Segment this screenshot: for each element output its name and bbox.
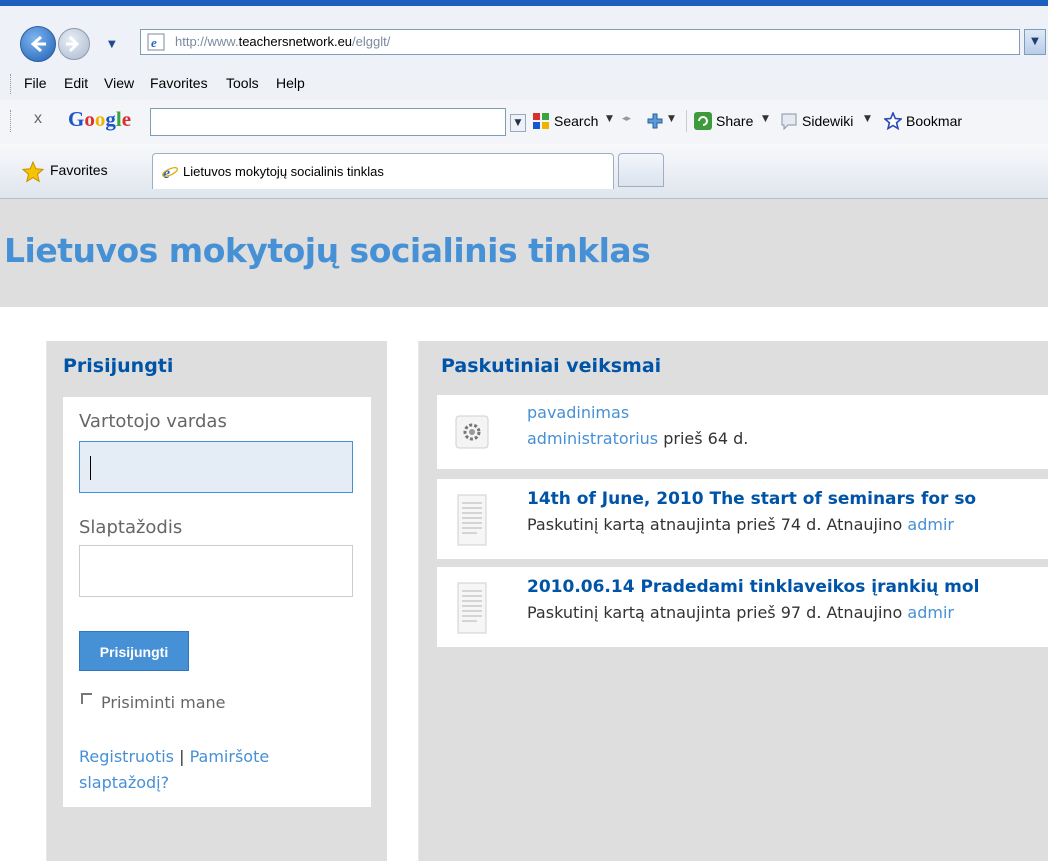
share-button[interactable]: Share bbox=[716, 113, 753, 129]
login-links: Registruotis | Pamiršote bbox=[79, 747, 269, 766]
author-link[interactable]: admir bbox=[907, 603, 954, 622]
menu-favorites[interactable]: Favorites bbox=[150, 75, 208, 91]
menu-file[interactable]: File bbox=[24, 75, 47, 91]
address-bar-row: ▼ e http://www.teachersnetwork.eu/elgglt… bbox=[0, 6, 1048, 66]
forgot-password-link[interactable]: Pamiršote bbox=[190, 747, 270, 766]
login-heading: Prisijungti bbox=[63, 355, 174, 377]
ie-page-icon: e bbox=[147, 33, 165, 51]
login-button[interactable]: Prisijungti bbox=[79, 631, 189, 671]
google-search-button[interactable]: Search bbox=[554, 113, 598, 129]
google-toolbar: x Google ▼ Search ▼ ◂▸ ▼ Share ▼ Sidewik… bbox=[0, 100, 1048, 145]
bookmarks-button[interactable]: Bookmar bbox=[906, 113, 962, 129]
menu-bar: File Edit View Favorites Tools Help bbox=[0, 66, 1048, 101]
username-input[interactable] bbox=[79, 441, 353, 493]
forward-button[interactable] bbox=[58, 28, 90, 60]
url-text[interactable]: http://www.teachersnetwork.eu/elgglt/ bbox=[175, 34, 390, 49]
activity-meta: Paskutinį kartą atnaujinta prieš 74 d. A… bbox=[527, 515, 954, 534]
sidewiki-button[interactable]: Sidewiki bbox=[802, 113, 853, 129]
document-icon bbox=[457, 582, 487, 634]
chevron-down-icon[interactable]: ▼ bbox=[606, 114, 613, 124]
menu-edit[interactable]: Edit bbox=[64, 75, 88, 91]
plus-icon[interactable] bbox=[646, 112, 664, 130]
toolbar-grip bbox=[10, 110, 13, 132]
activity-meta: administratorius prieš 64 d. bbox=[527, 429, 749, 448]
address-bar[interactable]: e http://www.teachersnetwork.eu/elgglt/ bbox=[140, 29, 1020, 55]
toolbar-separator bbox=[686, 110, 687, 132]
google-search-dropdown[interactable]: ▼ bbox=[510, 114, 526, 132]
favorites-tab-bar: Favorites e Lietuvos mokytojų socialinis… bbox=[0, 144, 1048, 199]
google-search-icon[interactable] bbox=[532, 112, 550, 130]
login-panel: Prisijungti Vartotojo vardas Slaptažodis… bbox=[46, 341, 387, 861]
bookmark-star-icon[interactable] bbox=[884, 112, 902, 130]
share-icon[interactable] bbox=[694, 112, 712, 130]
menu-tools[interactable]: Tools bbox=[226, 75, 259, 91]
forward-arrow-icon bbox=[66, 35, 80, 53]
password-input[interactable] bbox=[79, 545, 353, 597]
login-form: Vartotojo vardas Slaptažodis Prisijungti… bbox=[63, 397, 371, 807]
activity-item: pavadinimas administratorius prieš 64 d. bbox=[437, 395, 1048, 469]
activity-heading: Paskutiniai veiksmai bbox=[441, 355, 662, 377]
tab-active[interactable]: e Lietuvos mokytojų socialinis tinklas bbox=[152, 153, 614, 189]
login-links-line2: slaptažodį? bbox=[79, 773, 169, 792]
svg-text:e: e bbox=[151, 35, 157, 50]
activity-item: 2010.06.14 Pradedami tinklaveikos įranki… bbox=[437, 567, 1048, 647]
favorites-button[interactable]: Favorites bbox=[50, 162, 108, 178]
link-separator: | bbox=[179, 747, 185, 766]
address-dropdown-button[interactable]: ▼ bbox=[1024, 29, 1046, 55]
toolbar-grip bbox=[10, 74, 13, 94]
favorites-star-icon[interactable] bbox=[22, 161, 44, 183]
google-logo: Google bbox=[68, 107, 132, 131]
site-header: Lietuvos mokytojų socialinis tinklas bbox=[0, 199, 1048, 307]
text-caret bbox=[90, 456, 91, 480]
username-label: Vartotojo vardas bbox=[79, 411, 227, 432]
author-link[interactable]: admir bbox=[907, 515, 954, 534]
forgot-password-link-cont[interactable]: slaptažodį? bbox=[79, 773, 169, 792]
document-icon bbox=[457, 494, 487, 546]
activity-meta: Paskutinį kartą atnaujinta prieš 97 d. A… bbox=[527, 603, 954, 622]
chevron-down-icon[interactable]: ▼ bbox=[864, 114, 871, 124]
recent-activity-panel: Paskutiniai veiksmai pavadinimas adminis… bbox=[418, 341, 1048, 861]
sidewiki-icon[interactable] bbox=[780, 112, 798, 130]
menu-help[interactable]: Help bbox=[276, 75, 305, 91]
new-tab-button[interactable] bbox=[618, 153, 664, 187]
back-button[interactable] bbox=[20, 26, 56, 62]
password-label: Slaptažodis bbox=[79, 517, 183, 538]
site-title[interactable]: Lietuvos mokytojų socialinis tinklas bbox=[4, 231, 651, 270]
remember-me-label: Prisiminti mane bbox=[101, 693, 226, 712]
close-toolbar-icon[interactable]: x bbox=[34, 110, 42, 128]
activity-title-link[interactable]: 14th of June, 2010 The start of seminars… bbox=[527, 489, 976, 509]
settings-icon bbox=[455, 415, 489, 449]
remember-me-checkbox[interactable] bbox=[81, 693, 92, 704]
activity-title-link[interactable]: pavadinimas bbox=[527, 403, 629, 422]
register-link[interactable]: Registruotis bbox=[79, 747, 174, 766]
tab-title: Lietuvos mokytojų socialinis tinklas bbox=[183, 164, 384, 179]
author-link[interactable]: administratorius bbox=[527, 429, 658, 448]
google-search-input[interactable] bbox=[150, 108, 506, 136]
recent-pages-dropdown[interactable]: ▼ bbox=[108, 39, 116, 50]
ie-page-icon: e bbox=[162, 165, 178, 181]
activity-item: 14th of June, 2010 The start of seminars… bbox=[437, 479, 1048, 559]
chevron-down-icon[interactable]: ▼ bbox=[668, 114, 675, 124]
menu-view[interactable]: View bbox=[104, 75, 134, 91]
chevron-down-icon[interactable]: ▼ bbox=[762, 114, 769, 124]
toolbar-scroll-icon[interactable]: ◂▸ bbox=[622, 114, 631, 124]
back-arrow-icon bbox=[30, 35, 46, 53]
activity-title-link[interactable]: 2010.06.14 Pradedami tinklaveikos įranki… bbox=[527, 577, 979, 597]
